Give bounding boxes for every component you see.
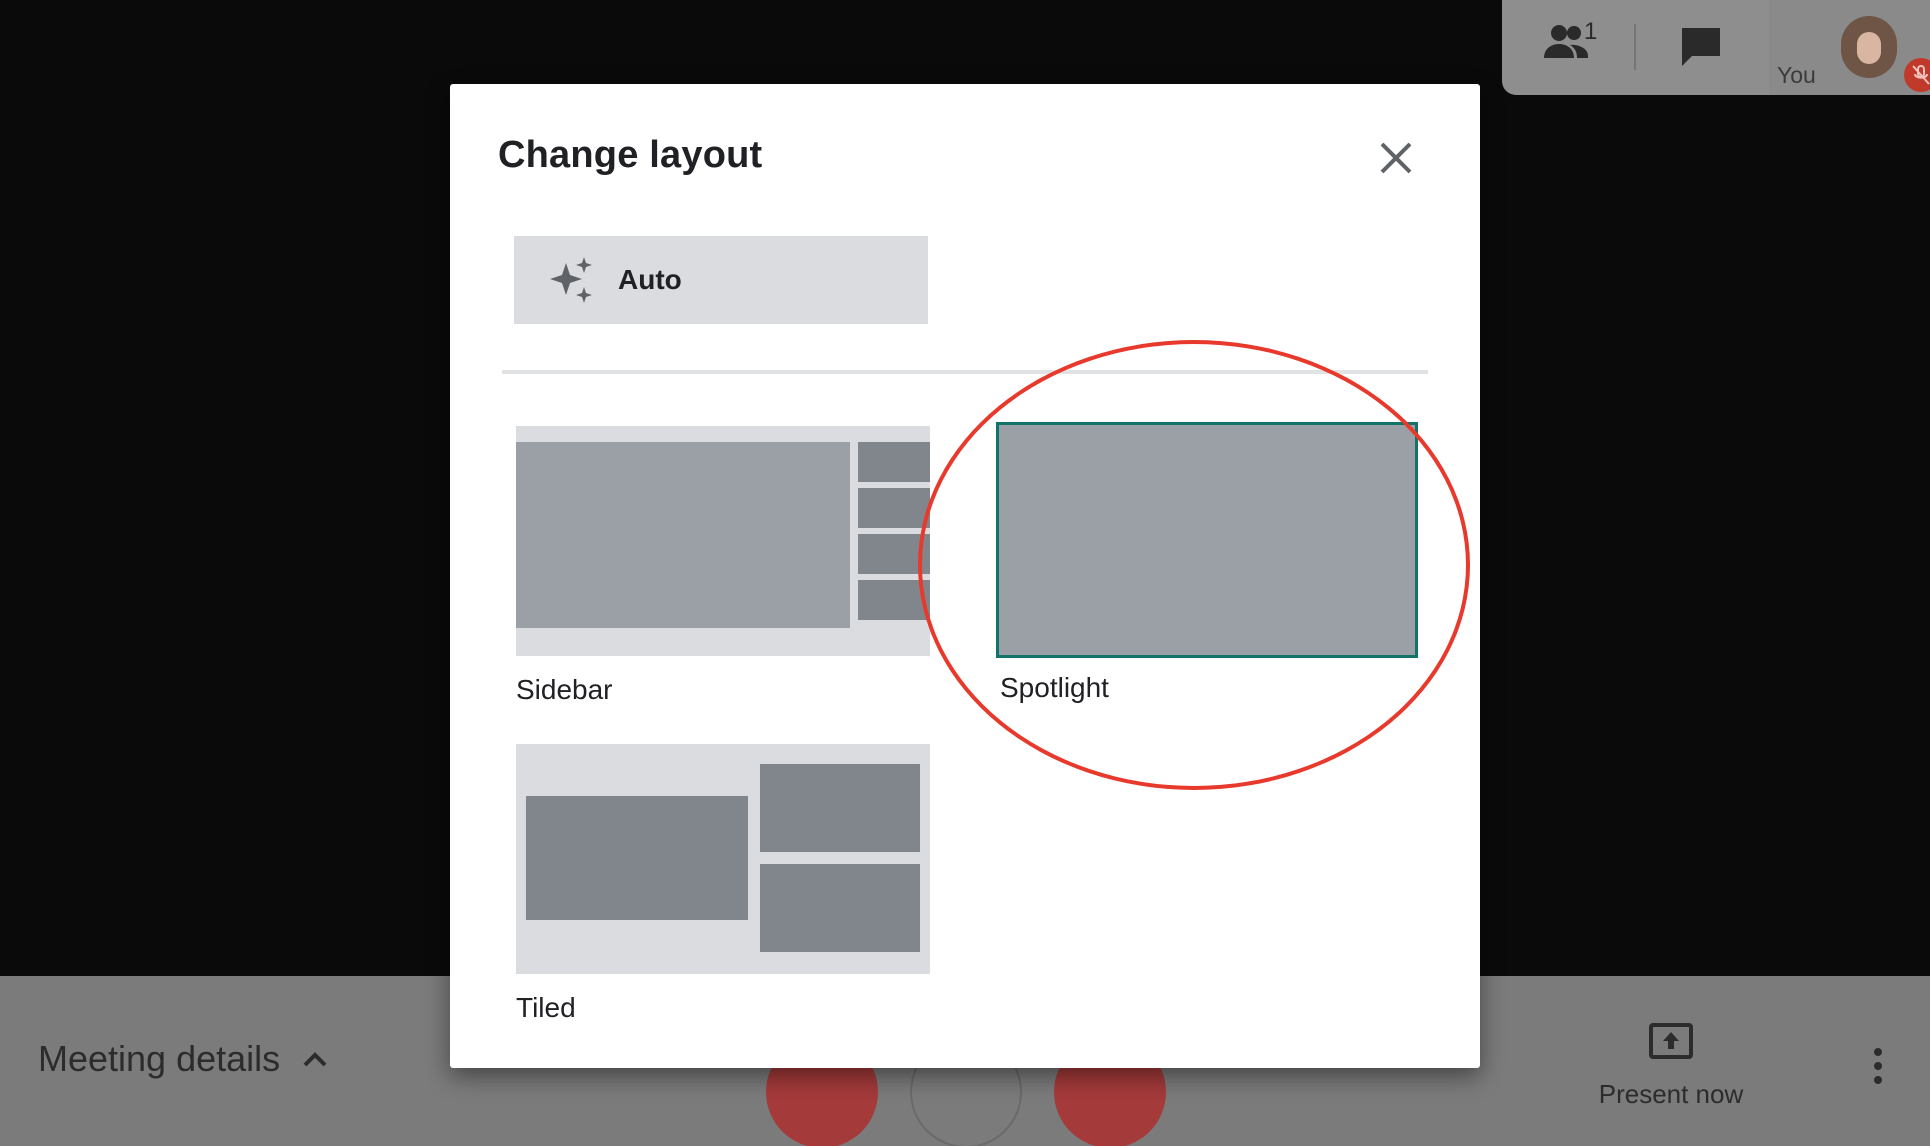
spotlight-thumbnail bbox=[996, 422, 1418, 658]
present-now-button[interactable]: Present now bbox=[1596, 1022, 1746, 1110]
layout-option-spotlight[interactable]: Spotlight bbox=[996, 422, 1418, 703]
option-label-sidebar: Sidebar bbox=[516, 674, 613, 705]
present-now-label: Present now bbox=[1598, 1079, 1744, 1109]
change-layout-dialog: Change layout Auto Sidebar Spotlight Til… bbox=[450, 84, 1480, 1068]
section-divider bbox=[502, 370, 1428, 374]
chat-button[interactable] bbox=[1678, 24, 1730, 74]
tiled-thumbnail bbox=[516, 744, 930, 974]
dialog-title: Change layout bbox=[498, 134, 763, 176]
auto-layout-button[interactable]: Auto bbox=[514, 236, 928, 324]
auto-label: Auto bbox=[618, 264, 682, 295]
present-screen-icon bbox=[1649, 1023, 1693, 1059]
more-options-button[interactable] bbox=[1866, 1046, 1890, 1086]
layout-option-sidebar[interactable]: Sidebar bbox=[516, 426, 930, 705]
close-icon bbox=[1380, 142, 1412, 174]
participants-panel: 1 You bbox=[1502, 0, 1930, 95]
option-label-spotlight: Spotlight bbox=[1000, 672, 1109, 703]
layout-option-tiled[interactable]: Tiled bbox=[516, 744, 930, 1023]
mic-off-indicator bbox=[1904, 58, 1930, 92]
meeting-details-label: Meeting details bbox=[38, 1038, 281, 1079]
self-label: You bbox=[1777, 62, 1816, 88]
more-vert-icon bbox=[1874, 1048, 1882, 1084]
avatar bbox=[1841, 16, 1897, 78]
people-count: 1 bbox=[1584, 18, 1598, 45]
chat-icon bbox=[1682, 28, 1720, 66]
meeting-details-toggle[interactable]: Meeting details bbox=[38, 1038, 328, 1080]
sidebar-thumbnail bbox=[516, 426, 930, 656]
mic-off-icon bbox=[1912, 65, 1930, 85]
close-button[interactable] bbox=[1374, 136, 1418, 180]
option-label-tiled: Tiled bbox=[516, 992, 576, 1023]
chevron-up-icon bbox=[303, 1052, 327, 1067]
sparkle-icon bbox=[550, 257, 592, 303]
meet-call-screen: 1 You Meeting details Present now Change… bbox=[0, 0, 1930, 1146]
panel-divider bbox=[1634, 24, 1636, 70]
